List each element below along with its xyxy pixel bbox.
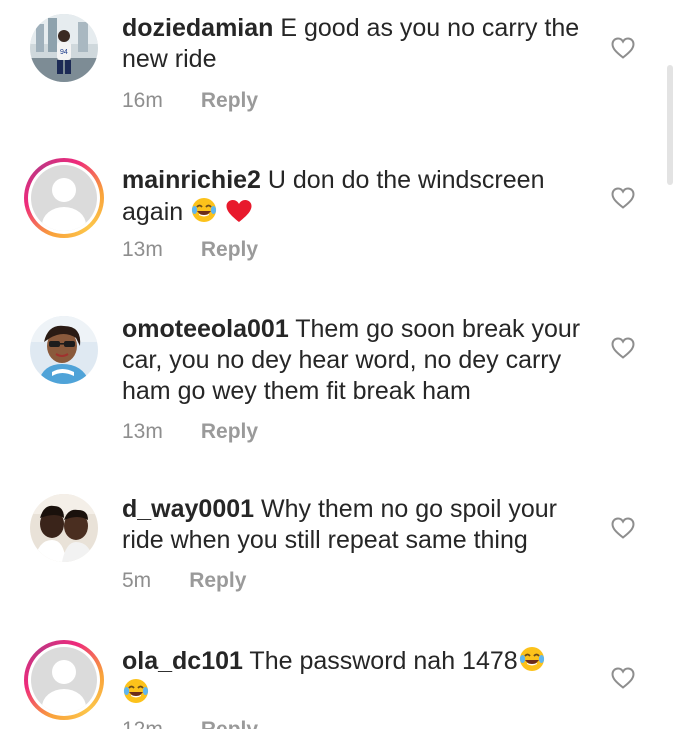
- comment-text: mainrichie2 U don do the windscreen agai…: [122, 165, 597, 228]
- comment-item: mainrichie2 U don do the windscreen agai…: [0, 150, 660, 290]
- scrollbar[interactable]: [667, 65, 673, 185]
- comment-timestamp: 12m: [122, 718, 163, 729]
- avatar[interactable]: [24, 308, 104, 388]
- comment-item: d_way0001 Why them no go spoil your ride…: [0, 482, 660, 622]
- reply-button[interactable]: Reply: [201, 718, 258, 729]
- comment-timestamp: 13m: [122, 238, 163, 261]
- default-avatar-icon: [31, 165, 97, 231]
- comments-screen: 94 doziedamian E good as you no carry th…: [0, 0, 675, 729]
- red-heart-emoji: [226, 200, 252, 222]
- comment-meta: 12m Reply: [122, 718, 258, 729]
- comment-meta: 16m Reply: [122, 89, 258, 113]
- default-avatar-icon: [31, 647, 97, 713]
- comment-timestamp: 5m: [122, 569, 152, 592]
- avatar[interactable]: [24, 158, 104, 238]
- comment-item: 94 doziedamian E good as you no carry th…: [0, 0, 660, 140]
- reply-button[interactable]: Reply: [201, 89, 258, 113]
- heart-outline-icon[interactable]: [611, 337, 635, 359]
- avatar[interactable]: [24, 640, 104, 720]
- comment-text: ola_dc101 The password nah 1478: [122, 645, 597, 709]
- avatar-photo: 94: [30, 14, 98, 82]
- comment-timestamp: 16m: [122, 89, 163, 112]
- comment-username[interactable]: mainrichie2: [122, 166, 261, 194]
- comment-username[interactable]: omoteeola001: [122, 315, 289, 343]
- face-with-tears-of-joy-emoji: [519, 647, 544, 671]
- reply-button[interactable]: Reply: [201, 238, 258, 262]
- comment-username[interactable]: ola_dc101: [122, 647, 243, 675]
- comment-item: ola_dc101 The password nah 1478: [0, 632, 660, 729]
- comment-timestamp: 13m: [122, 420, 163, 443]
- heart-outline-icon[interactable]: [611, 187, 635, 209]
- heart-outline-icon[interactable]: [611, 517, 635, 539]
- comment-item: omoteeola001 Them go soon break your car…: [0, 300, 660, 470]
- comment-username[interactable]: doziedamian: [122, 14, 273, 42]
- svg-text:94: 94: [60, 49, 68, 56]
- comment-text: d_way0001 Why them no go spoil your ride…: [122, 494, 597, 556]
- avatar[interactable]: [24, 486, 104, 566]
- comment-text: omoteeola001 Them go soon break your car…: [122, 314, 597, 407]
- story-ring: [24, 158, 104, 238]
- comment-body: The password nah 1478: [249, 647, 518, 675]
- story-ring: [24, 640, 104, 720]
- comment-meta: 13m Reply: [122, 238, 258, 262]
- avatar-photo: [30, 316, 98, 384]
- comment-meta: 5m Reply: [122, 569, 246, 593]
- face-with-tears-of-joy-emoji: [192, 198, 217, 222]
- reply-button[interactable]: Reply: [201, 420, 258, 444]
- avatar[interactable]: 94: [24, 8, 104, 88]
- avatar-photo: [30, 494, 98, 562]
- comment-meta: 13m Reply: [122, 420, 258, 444]
- face-with-tears-of-joy-emoji: [123, 679, 149, 703]
- heart-outline-icon[interactable]: [611, 667, 635, 689]
- heart-outline-icon[interactable]: [611, 37, 635, 59]
- reply-button[interactable]: Reply: [189, 569, 246, 593]
- comment-username[interactable]: d_way0001: [122, 495, 254, 523]
- comment-text: doziedamian E good as you no carry the n…: [122, 13, 597, 75]
